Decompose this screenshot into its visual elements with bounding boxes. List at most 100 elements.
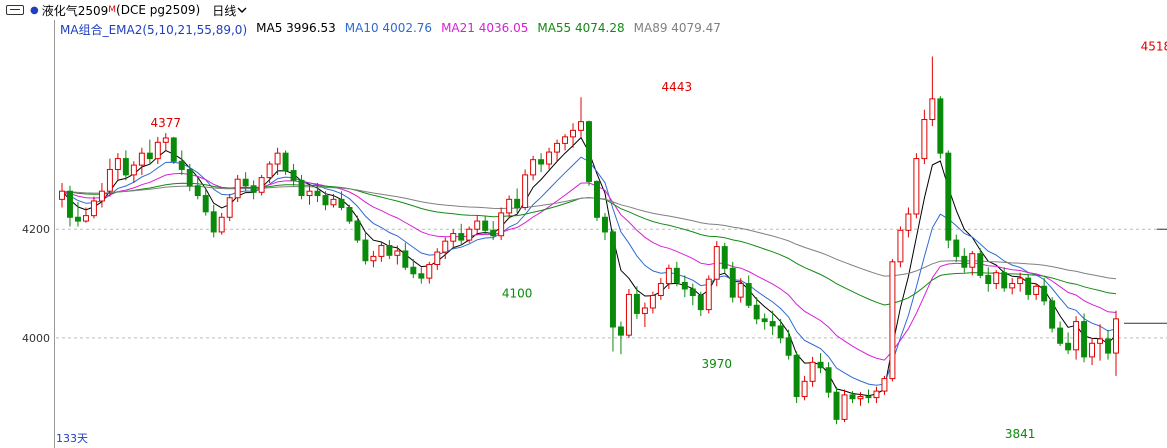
candle-down [777, 325, 784, 339]
candle-up [498, 212, 505, 237]
candle-up [809, 361, 816, 382]
candle-down [250, 185, 257, 193]
candle-down [1041, 285, 1048, 302]
candle-up [530, 159, 537, 176]
candle-up [801, 380, 808, 398]
candle-up [546, 151, 553, 165]
candle-up [913, 158, 920, 215]
candle-down [146, 152, 153, 160]
candle-down [609, 231, 616, 328]
candle-down [617, 326, 624, 336]
candle-up [1113, 318, 1119, 354]
candle-down [194, 185, 201, 197]
candle-down [785, 337, 792, 356]
candle-up [474, 220, 481, 230]
candle-up [506, 198, 513, 214]
candle-up [993, 272, 1000, 285]
candle-up [274, 152, 281, 165]
candle-down [338, 198, 345, 208]
candle-down [833, 391, 840, 420]
candle-up [234, 178, 241, 199]
y-tick-label: 4000 [22, 332, 50, 345]
candle-down [354, 220, 361, 241]
candle-up [306, 190, 313, 197]
candle-up [657, 283, 664, 296]
candle-up [1009, 283, 1016, 289]
candlestick-chart[interactable]: 400042004377410044433970384145183930 [0, 0, 1167, 448]
candle-up [641, 307, 648, 314]
candle-down [761, 318, 768, 323]
candle-down [1065, 342, 1072, 351]
candle-down [362, 239, 369, 262]
candle-down [490, 229, 497, 237]
candle-down [769, 321, 776, 327]
candle-down [586, 121, 592, 182]
candle-down [953, 239, 960, 257]
candle-up [226, 197, 233, 218]
candle-up [98, 190, 105, 202]
extreme-label: 4443 [662, 80, 693, 94]
extreme-label: 4377 [151, 116, 182, 130]
candle-down [314, 190, 321, 197]
candle-down [601, 216, 608, 233]
candle-up [258, 177, 265, 193]
candle-down [186, 168, 193, 187]
candle-down [817, 361, 824, 369]
candle-up [370, 255, 377, 262]
candle-down [1105, 338, 1111, 354]
candle-up [841, 394, 848, 420]
candle-down [386, 245, 393, 256]
candle-up [737, 283, 744, 298]
candle-down [67, 190, 73, 218]
candle-down [122, 158, 129, 176]
candle-down [1025, 277, 1032, 295]
candle-up [562, 136, 569, 144]
candle-up [570, 129, 577, 138]
day-count: 133天 [56, 432, 88, 445]
candle-up [218, 216, 225, 233]
candle-down [298, 179, 305, 197]
candle-up [522, 174, 529, 208]
candle-up [130, 164, 137, 176]
candle-down [410, 266, 417, 275]
extreme-label: 4100 [502, 287, 533, 301]
candle-up [59, 190, 65, 200]
candle-down [937, 98, 944, 154]
candle-up [905, 213, 912, 231]
candle-down [1081, 321, 1088, 358]
candle-up [1033, 285, 1040, 295]
candle-up [330, 198, 337, 206]
candle-down [202, 195, 209, 213]
candle-down [74, 216, 81, 222]
candle-down [282, 152, 289, 172]
candle-down [729, 267, 736, 298]
candle-up [713, 246, 720, 280]
extreme-label: 3841 [1005, 427, 1036, 441]
candle-down [402, 250, 409, 268]
candle-down [1057, 327, 1064, 344]
candle-up [1073, 321, 1080, 351]
candle-down [721, 246, 728, 269]
candle-up [705, 278, 712, 311]
candle-up [857, 396, 864, 400]
candle-up [897, 229, 904, 263]
candle-up [442, 240, 449, 253]
candle-up [881, 378, 888, 392]
candle-down [865, 396, 872, 399]
candle-down [210, 211, 217, 233]
candle-down [961, 255, 968, 268]
candle-up [969, 253, 976, 268]
candle-up [1017, 277, 1024, 285]
candle-down [290, 170, 297, 181]
candle-down [753, 304, 760, 320]
candle-down [178, 160, 185, 170]
ma89-line [61, 185, 1117, 280]
candle-up [1097, 338, 1104, 344]
candle-down [673, 267, 680, 283]
candle-up [929, 98, 936, 120]
candle-up [873, 390, 880, 399]
candle-up [434, 251, 441, 266]
candle-up [82, 215, 89, 222]
candle-up [138, 152, 145, 166]
candle-down [945, 152, 952, 241]
